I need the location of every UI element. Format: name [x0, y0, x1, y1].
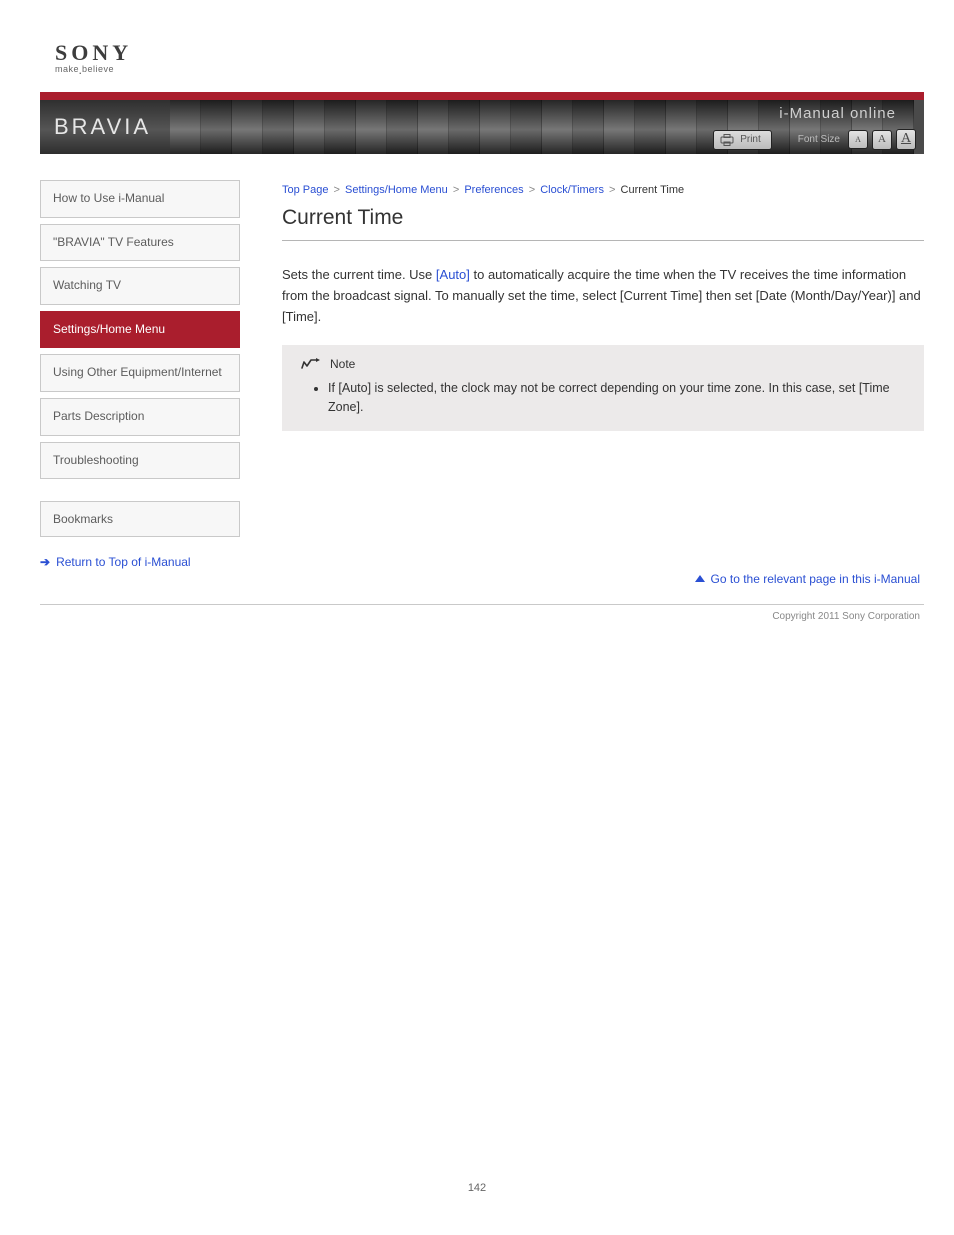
nav-bravia-features[interactable]: "BRAVIA" TV Features: [40, 224, 240, 262]
nav-watching-tv[interactable]: Watching TV: [40, 267, 240, 305]
nav-other-equipment[interactable]: Using Other Equipment/Internet: [40, 354, 240, 392]
triangle-up-icon: [695, 575, 705, 582]
font-size-small-button[interactable]: A: [848, 130, 868, 150]
breadcrumb-current: Current Time: [621, 184, 685, 196]
breadcrumb-settings[interactable]: Settings/Home Menu: [345, 184, 448, 196]
page-number: 142: [0, 1182, 954, 1194]
font-size-large-button[interactable]: A: [896, 129, 916, 150]
bookmarks-button[interactable]: Bookmarks: [40, 501, 240, 537]
breadcrumb-clock[interactable]: Clock/Timers: [540, 184, 604, 196]
nav-troubleshooting[interactable]: Troubleshooting: [40, 442, 240, 480]
note-heading: Note: [300, 357, 906, 371]
header-accent-bar: [40, 92, 924, 100]
print-label: Print: [740, 134, 761, 145]
page-title: Current Time: [282, 206, 924, 230]
title-divider: [282, 240, 924, 241]
print-button[interactable]: Print: [713, 130, 772, 150]
note-box: Note If [Auto] is selected, the clock ma…: [282, 345, 924, 431]
nav-how-to-use[interactable]: How to Use i-Manual: [40, 180, 240, 218]
main-content: Top Page > Settings/Home Menu > Preferen…: [240, 180, 924, 586]
product-name: BRAVIA: [40, 100, 170, 154]
header-bar: BRAVIA i-Manual online Print: [40, 100, 924, 154]
breadcrumb: Top Page > Settings/Home Menu > Preferen…: [282, 184, 924, 196]
sidebar: How to Use i-Manual "BRAVIA" TV Features…: [40, 180, 240, 586]
note-icon: [300, 357, 322, 371]
brand-tagline: make.believe: [55, 64, 954, 74]
note-item: If [Auto] is selected, the clock may not…: [328, 379, 906, 417]
breadcrumb-preferences[interactable]: Preferences: [464, 184, 523, 196]
font-size-label: Font Size: [798, 134, 840, 145]
font-size-medium-button[interactable]: A: [872, 130, 892, 150]
header-stripe: i-Manual online Print Font Size A A A: [170, 100, 924, 154]
go-to-page-link[interactable]: Go to the relevant page in this i-Manual: [282, 571, 924, 586]
nav-settings-home[interactable]: Settings/Home Menu: [40, 311, 240, 349]
auto-link[interactable]: [Auto]: [436, 267, 470, 282]
footer-divider: [40, 604, 924, 605]
brand-name: SONY: [55, 40, 954, 66]
brand-logo: SONY make.believe: [55, 40, 954, 74]
arrow-right-icon: ➔: [40, 555, 50, 569]
article-body: Sets the current time. Use [Auto] to aut…: [282, 265, 924, 327]
copyright: Copyright 2011 Sony Corporation: [0, 611, 920, 622]
print-icon: [720, 134, 734, 146]
nav-parts-description[interactable]: Parts Description: [40, 398, 240, 436]
guide-label: i-Manual online: [779, 105, 910, 122]
breadcrumb-top[interactable]: Top Page: [282, 184, 328, 196]
return-to-top-link[interactable]: ➔Return to Top of i-Manual: [40, 555, 240, 569]
